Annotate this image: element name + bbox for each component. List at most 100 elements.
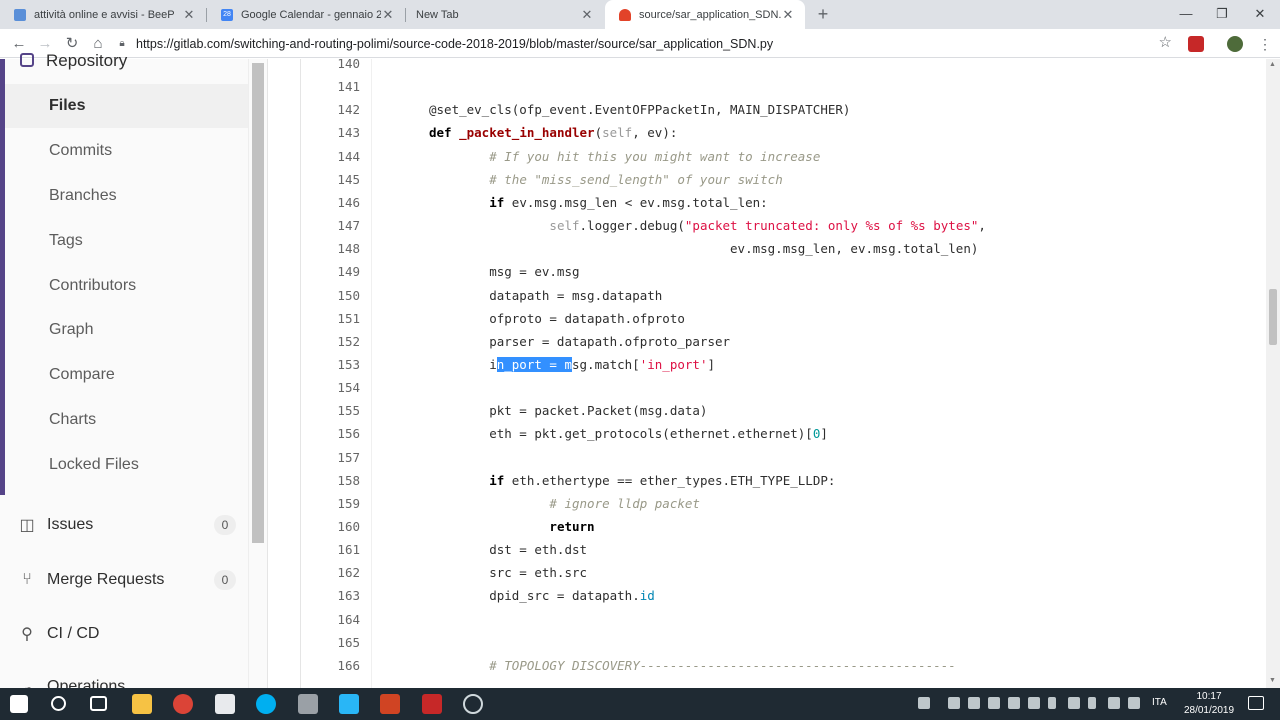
volume-icon[interactable]	[1128, 697, 1140, 709]
line-number[interactable]: 161	[301, 542, 360, 557]
close-tab-icon[interactable]: ✕	[580, 7, 594, 23]
scroll-up-icon[interactable]: ▲	[1269, 61, 1276, 68]
browser-tab-active[interactable]: source/sar_application_SDN.py · ✕	[605, 0, 805, 29]
code-token: # If you hit this you might want to incr…	[489, 148, 821, 164]
start-windows-icon[interactable]	[10, 695, 28, 713]
line-number[interactable]: 146	[301, 195, 360, 210]
line-number[interactable]: 156	[301, 426, 360, 441]
sidebar-item-merge-requests[interactable]: ⑂ Merge Requests 0	[0, 558, 248, 602]
sidebar-item-repository[interactable]: Repository	[20, 51, 127, 71]
line-number[interactable]: 155	[301, 403, 360, 418]
clock[interactable]: 10:17 28/01/2019	[1180, 690, 1238, 718]
close-tab-icon[interactable]: ✕	[781, 7, 795, 23]
menu-dots-icon[interactable]: ⋮	[1254, 33, 1276, 55]
close-tab-icon[interactable]: ✕	[381, 7, 395, 23]
browser-tab[interactable]: attività online e avvisi - BeeP ✕	[0, 0, 206, 29]
new-tab-icon[interactable]: +	[812, 4, 834, 24]
sidebar-item-issues[interactable]: ◫ Issues 0	[0, 503, 248, 547]
line-number[interactable]: 160	[301, 519, 360, 534]
sidebar-scrollbar-thumb[interactable]	[252, 63, 264, 543]
line-number[interactable]: 163	[301, 588, 360, 603]
line-number[interactable]: 165	[301, 635, 360, 650]
merge-request-icon: ⑂	[22, 571, 32, 588]
code-token: # ignore lldp packet	[549, 495, 700, 511]
skype-tray-icon[interactable]	[988, 697, 1000, 709]
line-number[interactable]: 159	[301, 496, 360, 511]
code-line: msg = ev.msg	[429, 264, 579, 279]
sidebar-item-ci-cd[interactable]: ⚲ CI / CD	[0, 612, 248, 656]
bluetooth-icon[interactable]	[1088, 697, 1096, 709]
line-number[interactable]: 145	[301, 172, 360, 187]
line-number[interactable]: 148	[301, 241, 360, 256]
line-number[interactable]: 158	[301, 473, 360, 488]
sidebar-item-charts[interactable]: Charts	[5, 398, 248, 442]
code-token: ev.msg.msg_len < ev.msg.total_len:	[504, 194, 768, 210]
page-scrollbar[interactable]: ▲ ▼	[1266, 59, 1280, 688]
acrobat-icon[interactable]	[422, 694, 442, 714]
code-line: dpid_src = datapath.id	[429, 588, 655, 603]
sidebar-item-files[interactable]: Files	[5, 84, 248, 128]
sidebar-scrollbar[interactable]	[248, 59, 267, 688]
line-number[interactable]: 149	[301, 264, 360, 279]
app-icon[interactable]	[298, 694, 318, 714]
close-tab-icon[interactable]: ✕	[182, 7, 196, 23]
line-number[interactable]: 140	[301, 59, 360, 71]
sidebar-item-tags[interactable]: Tags	[5, 219, 248, 263]
browser-tab[interactable]: 28 Google Calendar - gennaio 2019 ✕	[207, 0, 405, 29]
chrome-icon[interactable]	[173, 694, 193, 714]
line-number[interactable]: 151	[301, 311, 360, 326]
scroll-down-icon[interactable]: ▼	[1269, 677, 1276, 684]
sidebar-item-branches[interactable]: Branches	[5, 174, 248, 218]
line-number[interactable]: 157	[301, 450, 360, 465]
tray-icon[interactable]	[1068, 697, 1080, 709]
line-number[interactable]: 144	[301, 149, 360, 164]
sidebar-item-compare[interactable]: Compare	[5, 353, 248, 397]
profile-avatar[interactable]	[1227, 36, 1243, 52]
sidebar-item-contributors[interactable]: Contributors	[5, 264, 248, 308]
minimize-icon[interactable]: —	[1176, 4, 1196, 24]
code-token: # TOPOLOGY DISCOVERY--------------------…	[489, 657, 956, 673]
line-number[interactable]: 166	[301, 658, 360, 673]
input-language[interactable]: ITA	[1152, 697, 1167, 708]
browser-tab[interactable]: New Tab ✕	[406, 0, 604, 29]
sidebar-item-operations[interactable]: ☁ Operations	[0, 666, 248, 688]
skype-icon[interactable]	[256, 694, 276, 714]
line-number[interactable]: 153	[301, 357, 360, 372]
sidebar-item-commits[interactable]: Commits	[5, 129, 248, 173]
dropbox-icon[interactable]	[1028, 697, 1040, 709]
sidebar-item-graph[interactable]: Graph	[5, 308, 248, 352]
extension-icon[interactable]	[1188, 36, 1204, 52]
address-bar[interactable]: 🔒︎ https://gitlab.com/switching-and-rout…	[116, 32, 1176, 55]
app-icon[interactable]	[463, 694, 483, 714]
line-number[interactable]: 150	[301, 288, 360, 303]
line-number[interactable]: 152	[301, 334, 360, 349]
onedrive-icon[interactable]	[968, 697, 980, 709]
task-view-icon[interactable]	[90, 696, 107, 711]
maximize-icon[interactable]: ❐	[1212, 4, 1232, 24]
page-scrollbar-thumb[interactable]	[1269, 289, 1277, 345]
code-token: dst = eth.dst	[429, 542, 588, 558]
code-line: # the "miss_send_length" of your switch	[429, 172, 783, 187]
line-number[interactable]: 143	[301, 125, 360, 140]
wifi-icon[interactable]	[1108, 697, 1120, 709]
line-number[interactable]: 162	[301, 565, 360, 580]
app-icon[interactable]	[339, 694, 359, 714]
tray-icon[interactable]	[948, 697, 960, 709]
file-explorer-icon[interactable]	[132, 694, 152, 714]
line-number[interactable]: 164	[301, 612, 360, 627]
line-number[interactable]: 154	[301, 380, 360, 395]
people-icon[interactable]	[918, 697, 930, 709]
bookmark-star-icon[interactable]: ☆	[1159, 33, 1172, 51]
search-icon[interactable]	[51, 696, 66, 711]
tray-icon[interactable]	[1008, 697, 1020, 709]
line-number[interactable]: 147	[301, 218, 360, 233]
powerpoint-icon[interactable]	[380, 694, 400, 714]
mail-icon[interactable]	[215, 694, 235, 714]
action-center-icon[interactable]	[1248, 696, 1264, 710]
sidebar-item-locked-files[interactable]: Locked Files	[5, 443, 248, 487]
url-text: https://gitlab.com/switching-and-routing…	[136, 36, 774, 51]
line-number[interactable]: 141	[301, 79, 360, 94]
battery-icon[interactable]	[1048, 697, 1056, 709]
close-window-icon[interactable]: ✕	[1250, 4, 1270, 24]
line-number[interactable]: 142	[301, 102, 360, 117]
